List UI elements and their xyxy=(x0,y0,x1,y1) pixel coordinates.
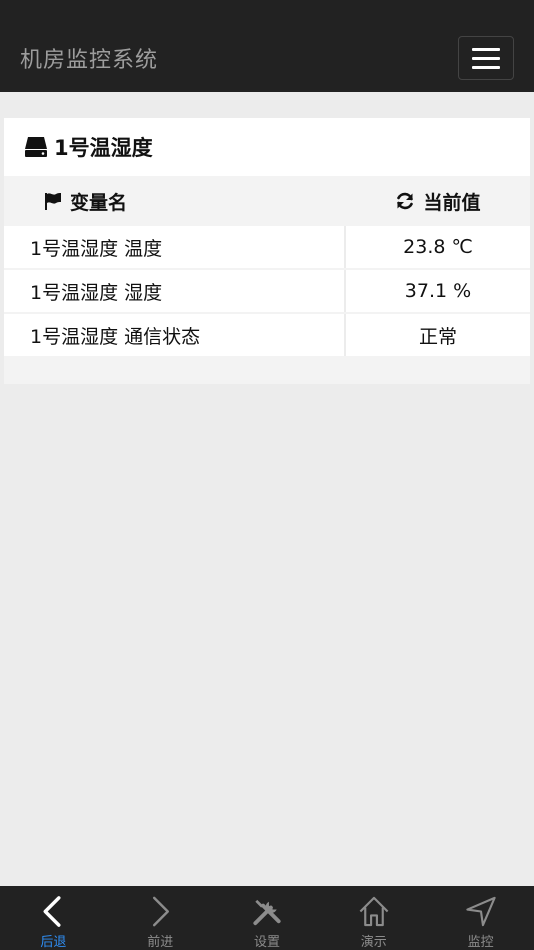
flag-icon xyxy=(45,193,61,210)
table-row: 1号温湿度 温度 23.8 ℃ xyxy=(4,226,530,268)
menu-bar-icon xyxy=(472,65,500,69)
device-panel: 1号温湿度 变量名 当前值 1号温湿度 温度 23.8 ℃ 1号温湿度 湿度 3… xyxy=(4,118,530,384)
menu-bar-icon xyxy=(472,56,500,60)
variable-name: 1号温湿度 通信状态 xyxy=(4,314,346,356)
tools-icon xyxy=(253,899,281,926)
tab-settings[interactable]: 设置 xyxy=(214,886,321,950)
menu-toggle-button[interactable] xyxy=(458,36,514,80)
forward-icon xyxy=(153,896,170,927)
variable-name: 1号温湿度 湿度 xyxy=(4,270,346,312)
back-icon xyxy=(43,896,61,927)
column-header-value: 当前值 xyxy=(346,188,530,215)
tab-forward[interactable]: 前进 xyxy=(107,886,214,950)
menu-bar-icon xyxy=(472,47,500,51)
panel-title: 1号温湿度 xyxy=(54,136,153,160)
refresh-icon xyxy=(397,192,414,210)
tab-forward-label: 前进 xyxy=(147,935,174,950)
table-header: 变量名 当前值 xyxy=(4,176,530,226)
app-title: 机房监控系统 xyxy=(20,48,159,73)
column-value-label: 当前值 xyxy=(423,191,481,214)
home-icon xyxy=(359,896,389,927)
tab-back-label: 后退 xyxy=(40,935,67,950)
hard-drive-icon xyxy=(25,137,47,157)
table-row: 1号温湿度 湿度 37.1 % xyxy=(4,270,530,312)
tab-settings-label: 设置 xyxy=(253,935,280,950)
variable-value: 正常 xyxy=(418,325,457,348)
variable-value: 23.8 ℃ xyxy=(403,236,473,258)
column-name-label: 变量名 xyxy=(70,191,128,214)
column-header-name: 变量名 xyxy=(4,188,346,215)
navigate-icon xyxy=(465,896,496,927)
variable-value: 37.1 % xyxy=(404,280,472,302)
table-row: 1号温湿度 通信状态 正常 xyxy=(4,314,530,356)
top-navbar: 机房监控系统 xyxy=(0,0,534,92)
tab-demo-label: 演示 xyxy=(360,935,387,950)
variables-table: 变量名 当前值 1号温湿度 温度 23.8 ℃ 1号温湿度 湿度 37.1 % … xyxy=(4,176,530,358)
tab-monitor-label: 监控 xyxy=(467,935,494,950)
panel-heading: 1号温湿度 xyxy=(4,118,530,176)
bottom-tabbar: 后退 前进 设置 演示 监控 xyxy=(0,886,534,950)
variable-name: 1号温湿度 温度 xyxy=(4,226,346,268)
tab-demo[interactable]: 演示 xyxy=(320,886,427,950)
tab-back[interactable]: 后退 xyxy=(0,886,107,950)
tab-monitor[interactable]: 监控 xyxy=(427,886,534,950)
